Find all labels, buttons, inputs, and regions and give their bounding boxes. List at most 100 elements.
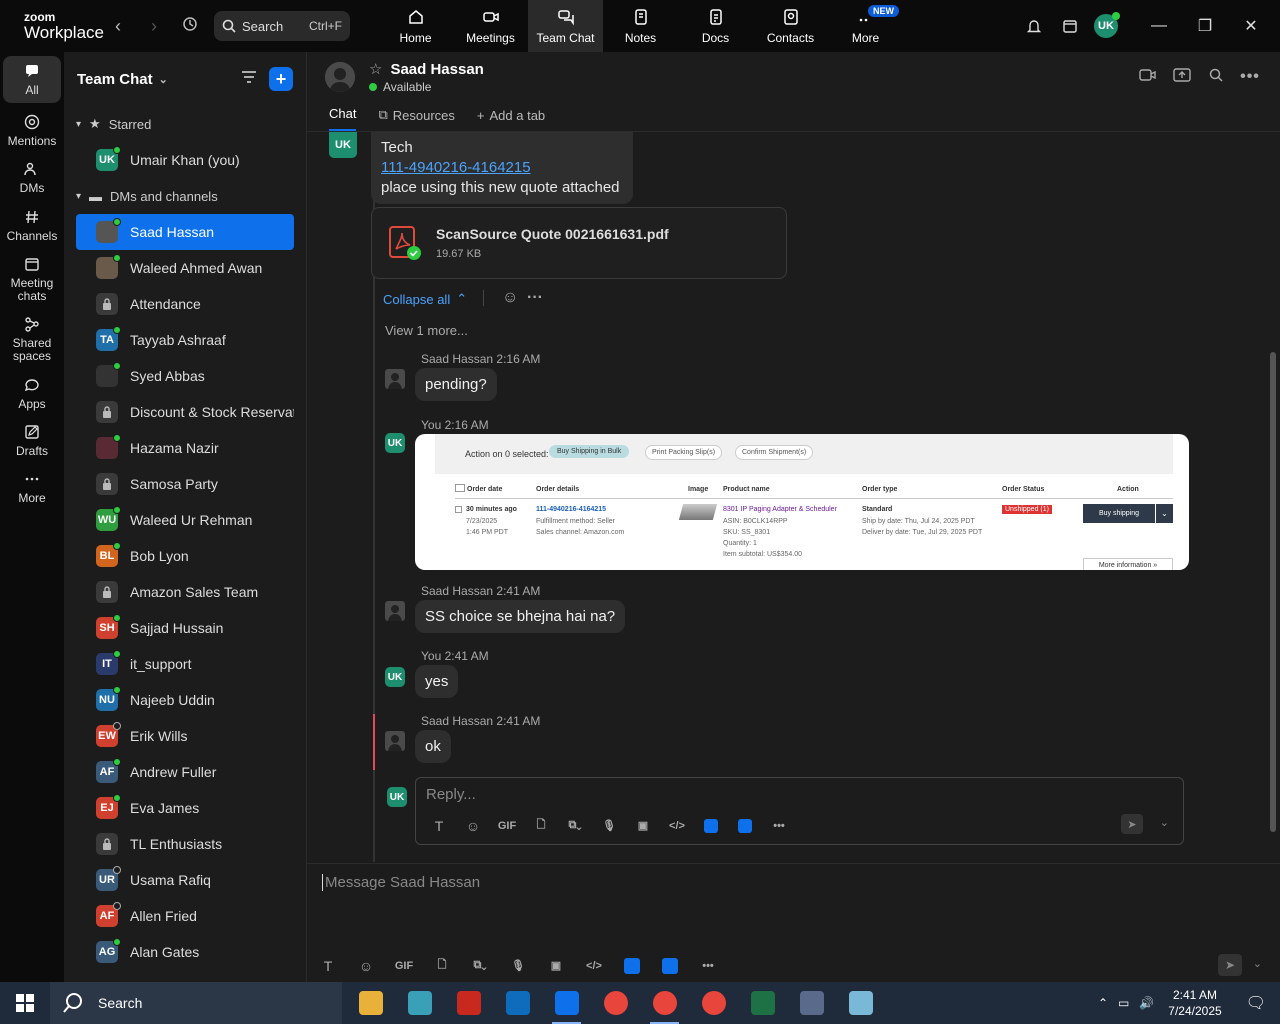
taskbar-app-chrome-1[interactable] — [591, 982, 640, 1024]
pdf-attachment[interactable]: ScanSource Quote 0021661631.pdf 19.67 KB — [371, 207, 787, 279]
history-icon[interactable] — [172, 16, 208, 37]
rail-dms[interactable]: DMs — [0, 154, 64, 201]
rail-drafts[interactable]: Drafts — [0, 417, 64, 464]
app-2-icon[interactable] — [653, 957, 687, 974]
sidebar-item[interactable]: Hazama Nazir — [76, 430, 294, 466]
rail-channels[interactable]: Channels — [0, 202, 64, 249]
rail-all[interactable]: All — [3, 56, 61, 104]
sidebar-item[interactable]: BL Bob Lyon — [76, 538, 294, 574]
forward-arrow-icon[interactable]: › — [136, 16, 172, 37]
taskbar-app-app-diamond[interactable] — [395, 982, 444, 1024]
tab-add[interactable]: + Add a tab — [477, 108, 545, 131]
sidebar-item[interactable]: Amazon Sales Team — [76, 574, 294, 610]
minimize-icon[interactable]: — — [1136, 17, 1182, 35]
send-icon[interactable]: ➤ — [1121, 814, 1143, 834]
rail-apps[interactable]: Apps — [0, 370, 64, 417]
clock[interactable]: 2:41 AM 7/24/2025 — [1168, 987, 1221, 1019]
sidebar-item[interactable]: UR Usama Rafiq — [76, 862, 294, 898]
user-avatar[interactable]: UK — [1088, 12, 1124, 38]
sidebar-item[interactable]: TL Enthusiasts — [76, 826, 294, 862]
search-box[interactable]: Search Ctrl+F — [214, 11, 350, 41]
sender-avatar[interactable] — [385, 369, 405, 394]
sidebar-item[interactable]: UK Umair Khan (you) — [76, 142, 294, 178]
sidebar-item[interactable]: EJ Eva James — [76, 790, 294, 826]
more-tools-icon[interactable]: ••• — [762, 820, 796, 832]
video-message-icon[interactable]: ▣ — [539, 959, 573, 972]
dms-section-header[interactable]: ▾ ▬ DMs and channels — [64, 178, 306, 214]
collapse-all-button[interactable]: Collapse all ⌃ — [383, 291, 467, 307]
code-icon[interactable]: </> — [577, 960, 611, 972]
thread-reply-box[interactable]: Reply... T ☺ GIF 🗋 ⧉⌄ 🎙 ▣ </> ••• ➤ ⌄ — [415, 777, 1184, 845]
sidebar-item[interactable]: AG Alan Gates — [76, 934, 294, 970]
file-icon[interactable]: 🗋 — [425, 956, 459, 975]
screenshot-icon[interactable]: ⧉⌄ — [463, 959, 497, 972]
tab-contacts[interactable]: Contacts — [753, 0, 828, 52]
more-options-icon[interactable]: ••• — [1240, 68, 1260, 86]
order-screenshot-image[interactable]: Action on 0 selected: Buy Shipping in Bu… — [415, 434, 1189, 570]
new-chat-button[interactable]: + — [269, 67, 293, 91]
send-options-chevron-icon[interactable]: ⌄ — [1253, 957, 1262, 970]
own-avatar[interactable]: UK — [385, 667, 405, 687]
sidebar-item[interactable]: Attendance — [76, 286, 294, 322]
close-icon[interactable]: ✕ — [1228, 16, 1274, 36]
chevron-down-icon[interactable]: ⌄ — [159, 73, 168, 86]
star-outline-icon[interactable]: ☆ — [369, 60, 382, 78]
message-composer[interactable]: Message Saad Hassan T ☺ GIF 🗋 ⧉⌄ 🎙 ▣ </>… — [307, 863, 1280, 982]
file-icon[interactable]: 🗋 — [524, 816, 558, 835]
tab-meetings[interactable]: Meetings — [453, 0, 528, 52]
windows-start-icon[interactable] — [0, 994, 50, 1012]
network-icon[interactable]: ▭ — [1118, 996, 1129, 1010]
tab-home[interactable]: Home — [378, 0, 453, 52]
tab-team-chat[interactable]: Team Chat — [528, 0, 603, 52]
taskbar-app-file-explorer[interactable] — [346, 982, 395, 1024]
sidebar-item[interactable]: NU Najeeb Uddin — [76, 682, 294, 718]
tab-more[interactable]: NEW More — [828, 0, 903, 52]
sender-avatar[interactable] — [385, 731, 405, 756]
sidebar-item[interactable]: AF Allen Fried — [76, 898, 294, 934]
video-message-icon[interactable]: ▣ — [626, 819, 660, 832]
taskbar-search[interactable]: Search — [50, 982, 342, 1024]
sidebar-item[interactable]: Waleed Ahmed Awan — [76, 250, 294, 286]
sidebar-item[interactable]: WU Waleed Ur Rehman — [76, 502, 294, 538]
tab-docs[interactable]: Docs — [678, 0, 753, 52]
sidebar-item[interactable]: Discount & Stock Reservati... — [76, 394, 294, 430]
tab-resources[interactable]: ⧉ Resources — [378, 107, 454, 131]
maximize-icon[interactable]: ❐ — [1182, 16, 1228, 36]
starred-section-header[interactable]: ▾ ★ Starred — [64, 106, 306, 142]
order-link[interactable]: 111-4940216-4164215 — [381, 158, 623, 178]
emoji-icon[interactable]: ☺ — [349, 958, 383, 974]
volume-icon[interactable]: 🔊 — [1139, 996, 1154, 1010]
filter-icon[interactable] — [241, 70, 257, 88]
microphone-icon[interactable]: 🎙 — [592, 819, 626, 832]
share-screen-icon[interactable] — [1172, 68, 1192, 86]
taskbar-app-outlook[interactable] — [493, 982, 542, 1024]
search-icon[interactable] — [1206, 68, 1226, 86]
sidebar-item[interactable]: AF Andrew Fuller — [76, 754, 294, 790]
rail-shared-spaces[interactable]: Shared spaces — [3, 309, 61, 369]
sidebar-item[interactable]: Samosa Party — [76, 466, 294, 502]
sidebar-item[interactable]: EW Erik Wills — [76, 718, 294, 754]
sidebar-item[interactable]: TA Tayyab Ashraaf — [76, 322, 294, 358]
tab-chat[interactable]: Chat — [329, 106, 357, 131]
thread-more-icon[interactable]: ··· — [527, 289, 543, 307]
gif-icon[interactable]: GIF — [490, 820, 524, 832]
screenshot-icon[interactable]: ⧉⌄ — [558, 819, 592, 832]
contact-avatar[interactable] — [325, 62, 355, 92]
taskbar-app-zoom[interactable] — [542, 982, 591, 1024]
rail-meeting-chats[interactable]: Meeting chats — [3, 249, 61, 309]
app-1-icon[interactable] — [615, 957, 649, 974]
own-avatar[interactable]: UK — [385, 433, 405, 453]
text-format-icon[interactable]: T — [422, 818, 456, 834]
taskbar-app-excel[interactable] — [738, 982, 787, 1024]
scrollbar[interactable] — [1270, 352, 1276, 832]
calendar-icon[interactable] — [1052, 17, 1088, 35]
sidebar-item[interactable]: IT it_support — [76, 646, 294, 682]
thread-author-avatar[interactable]: UK — [329, 132, 357, 158]
chevron-up-icon[interactable]: ⌃ — [1098, 996, 1108, 1010]
rail-more[interactable]: More — [0, 464, 64, 511]
tab-notes[interactable]: Notes — [603, 0, 678, 52]
taskbar-app-chrome-2[interactable] — [640, 982, 689, 1024]
notifications-icon[interactable]: 🗨 — [1246, 993, 1266, 1013]
send-icon[interactable]: ➤ — [1218, 954, 1242, 976]
back-arrow-icon[interactable]: ‹ — [100, 16, 136, 37]
